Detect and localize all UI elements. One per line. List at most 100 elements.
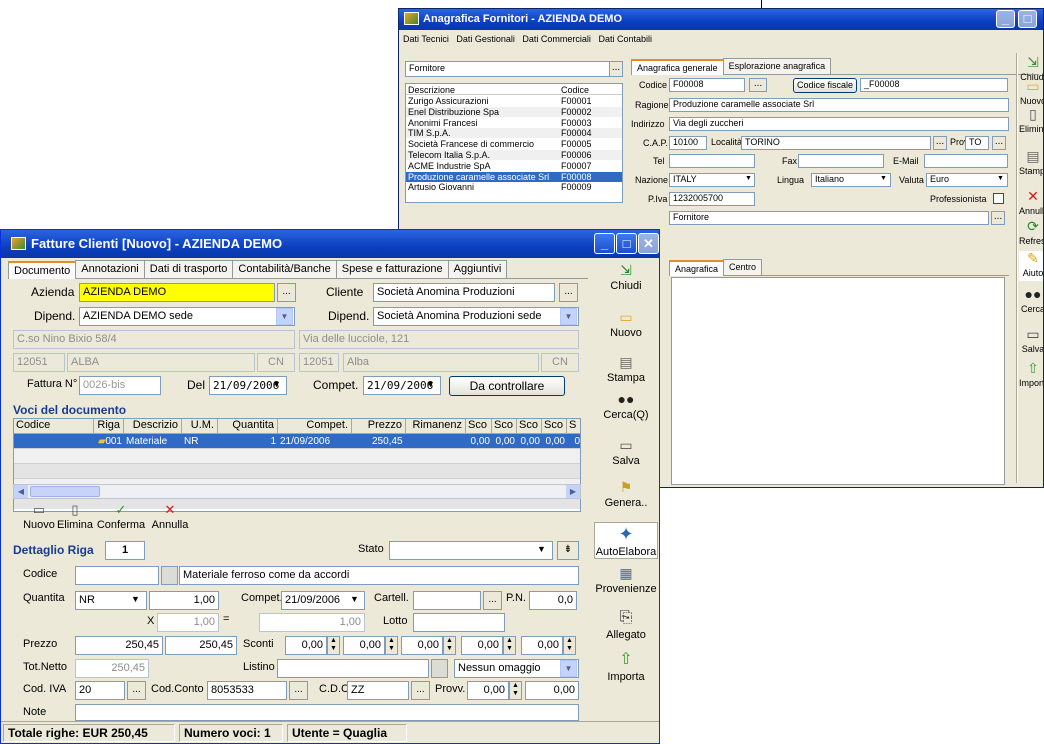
supplier-tool-salva[interactable]: ▭ Salva — [1019, 327, 1043, 354]
supplier-tool-nuovo[interactable]: ▭ Nuovo — [1019, 79, 1043, 106]
azienda-field[interactable]: AZIENDA DEMO — [79, 283, 275, 302]
list-item[interactable]: Enel Distribuzione Spa F00002 — [406, 106, 622, 117]
supplier-titlebar[interactable]: Anagrafica Fornitori - AZIENDA DEMO _ □ — [399, 9, 1043, 30]
table-row[interactable]: ▰ 001 Materiale NR 1 21/09/2006 250,45 0,00 0,00… — [14, 434, 580, 449]
scroll-thumb[interactable] — [30, 486, 100, 497]
tab-contabilita-banche[interactable]: Contabilità/Banche — [232, 260, 337, 278]
grid-column-header[interactable]: Rimanenz — [406, 419, 466, 434]
lingua-select[interactable]: Italiano — [811, 173, 891, 187]
row-annulla-button[interactable]: ✕ Annulla — [147, 503, 193, 531]
supplier-list[interactable]: Descrizione Codice Zurigo Assicurazioni F… — [405, 83, 623, 203]
sconto-spinner[interactable]: ▲ ▼ — [563, 636, 576, 655]
chevron-down-icon[interactable]: ▼ — [560, 660, 577, 677]
dipend-azienda-select[interactable]: AZIENDA DEMO sede — [79, 307, 295, 326]
nazione-dropdown-icon[interactable]: ▼ — [745, 175, 752, 182]
provv2-field[interactable]: 0,00 — [525, 681, 579, 700]
sconto-field[interactable]: 0,00 — [521, 636, 563, 655]
lingua-dropdown-icon[interactable]: ▼ — [880, 175, 887, 182]
grid-column-header[interactable]: Descrizio — [124, 419, 182, 434]
codconto-field[interactable]: 8053533 — [207, 681, 287, 700]
note-field[interactable] — [75, 704, 579, 721]
list-item[interactable]: TIM S.p.A. F00004 — [406, 128, 622, 139]
sconto-field[interactable]: 0,00 — [343, 636, 385, 655]
close-icon[interactable]: ✕ — [638, 233, 659, 254]
row-nuovo-button[interactable]: ▭ Nuovo — [19, 503, 59, 531]
del-dropdown-icon[interactable]: ▼ — [272, 379, 281, 389]
localita-field[interactable]: TORINO — [741, 136, 931, 150]
grid-column-header[interactable]: Quantita — [218, 419, 278, 434]
descrizione-field[interactable]: Materiale ferroso come da accordi — [179, 566, 579, 585]
menu-dati-commerciali[interactable]: Dati Commerciali — [522, 34, 591, 44]
codiva-field[interactable]: 20 — [75, 681, 125, 700]
sconto-field[interactable]: 0,00 — [461, 636, 503, 655]
dipend-cliente-select[interactable]: Società Anomina Produzioni sede — [373, 307, 579, 326]
azienda-lookup-button[interactable]: ... — [277, 283, 296, 302]
supplier-tool-cerca[interactable]: ●● Cerca — [1019, 287, 1043, 314]
list-item[interactable]: Produzione caramelle associate Srl F00008 — [406, 171, 622, 182]
tab-dati-trasporto[interactable]: Dati di trasporto — [143, 260, 234, 278]
articolo-codice-field[interactable] — [75, 566, 159, 585]
localita-lookup-button[interactable]: ... — [933, 136, 947, 150]
sconto-field[interactable]: 0,00 — [285, 636, 327, 655]
compet-row-dropdown-icon[interactable]: ▼ — [350, 594, 359, 604]
supplier-codice-field[interactable]: F00008 — [669, 78, 745, 92]
compet-dropdown-icon[interactable]: ▼ — [426, 379, 435, 389]
articolo-lookup-button[interactable] — [161, 566, 178, 585]
tab-anagrafica-generale[interactable]: Anagrafica generale — [631, 59, 724, 75]
grid-horizontal-scrollbar[interactable]: ◀ ▶ — [13, 484, 581, 499]
supplier-tool-importa[interactable]: ⇧ Importa — [1019, 361, 1043, 388]
um-dropdown-icon[interactable]: ▼ — [131, 594, 140, 604]
indirizzo-field[interactable]: Via degli zuccheri — [669, 117, 1009, 131]
list-item[interactable]: Anonimi Francesi F00003 — [406, 118, 622, 128]
cartell-field[interactable] — [413, 591, 481, 610]
list-item[interactable]: ACME Industrie SpA F00007 — [406, 161, 622, 171]
list-item[interactable]: Artusio Giovanni F00009 — [406, 182, 622, 192]
valuta-dropdown-icon[interactable]: ▼ — [997, 175, 1004, 182]
grid-column-header[interactable]: Sco — [542, 419, 567, 434]
codconto-lookup-button[interactable]: ... — [289, 681, 308, 700]
side-provenienze-button[interactable]: ▦ Provenienze — [594, 566, 658, 595]
side-allegato-button[interactable]: ⎘ Allegato — [594, 610, 658, 642]
cliente-lookup-button[interactable]: ... — [559, 283, 578, 302]
cliente-field[interactable]: Società Anomina Produzioni — [373, 283, 555, 302]
provv-spinner[interactable]: ▲ ▼ — [509, 681, 522, 700]
table-row[interactable] — [14, 449, 580, 464]
da-controllare-button[interactable]: Da controllare — [449, 376, 565, 396]
cap-field[interactable]: 10100 — [669, 136, 707, 150]
chevron-down-icon[interactable]: ▼ — [276, 308, 293, 325]
sconto-spinner[interactable]: ▲ ▼ — [503, 636, 516, 655]
quantita-field[interactable]: 1,00 — [149, 591, 219, 610]
ragione-field[interactable]: Produzione caramelle associate Srl — [669, 98, 1009, 112]
table-row[interactable] — [14, 464, 580, 479]
grid-column-header[interactable]: Sco — [466, 419, 492, 434]
grid-column-header[interactable]: Sco — [517, 419, 542, 434]
grid-column-header[interactable]: U.M. — [182, 419, 218, 434]
tab-documento[interactable]: Documento — [8, 261, 77, 279]
piva-field[interactable]: 1232005700 — [669, 192, 755, 206]
supplier-tool-refresh[interactable]: ⟳ Refresh — [1019, 219, 1043, 246]
lotto-field[interactable] — [413, 613, 505, 632]
cdc-field[interactable]: ZZ — [347, 681, 409, 700]
stato-select[interactable] — [389, 541, 553, 560]
prov-lookup-button[interactable]: ... — [992, 136, 1006, 150]
side-nuovo-button[interactable]: ▭ Nuovo — [594, 310, 658, 339]
supplier-tool-aiuto[interactable]: ✎ Aiuto — [1019, 251, 1043, 281]
pn-field[interactable]: 0,0 — [529, 591, 577, 610]
tab-annotazioni[interactable]: Annotazioni — [75, 260, 145, 278]
maximize-icon[interactable]: □ — [616, 233, 637, 254]
codice-fiscale-field[interactable]: _F00008 — [860, 78, 1008, 92]
list-item[interactable]: Zurigo Assicurazioni F00001 — [406, 96, 622, 106]
tab-esplorazione-anagrafica[interactable]: Esplorazione anagrafica — [722, 58, 832, 74]
supplier-tool-stampa[interactable]: ▤ Stampa — [1019, 149, 1043, 176]
nazione-select[interactable]: ITALY — [669, 173, 755, 187]
col-codice[interactable]: Codice — [561, 85, 589, 95]
tel-field[interactable] — [669, 154, 755, 168]
col-descrizione[interactable]: Descrizione — [408, 85, 455, 95]
prezzo-netto-field[interactable]: 250,45 — [165, 636, 237, 655]
grid-column-header[interactable]: Prezzo — [352, 419, 406, 434]
side-importa-button[interactable]: ⇧ Importa — [594, 652, 658, 684]
scroll-left-icon[interactable]: ◀ — [14, 485, 28, 498]
grid-column-header[interactable]: Riga — [94, 419, 124, 434]
sconto-spinner[interactable]: ▲ ▼ — [385, 636, 398, 655]
side-chiudi-button[interactable]: ⇲ Chiudi — [594, 263, 658, 292]
